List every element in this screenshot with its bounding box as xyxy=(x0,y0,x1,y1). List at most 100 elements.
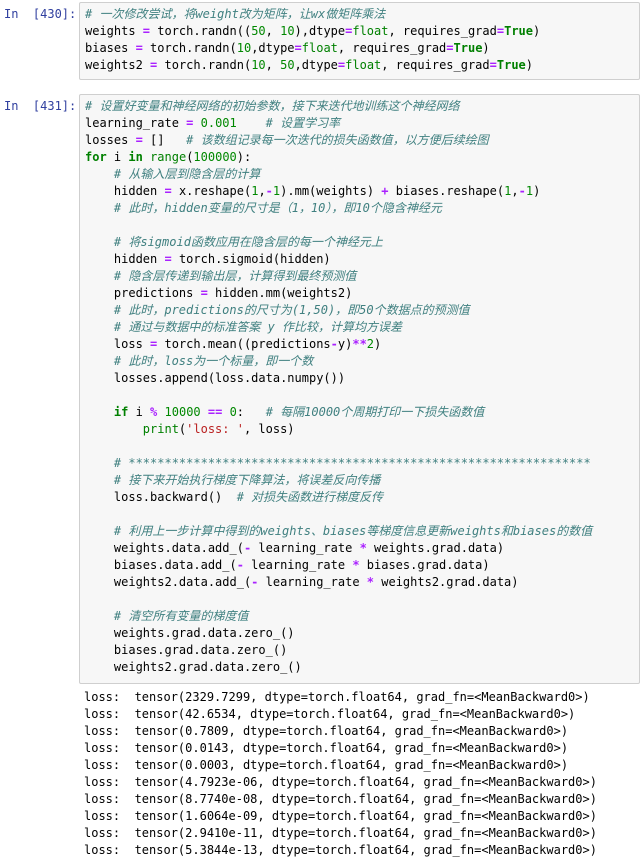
code-token: - xyxy=(265,184,273,198)
output-line: loss: tensor(5.3844e-13, dtype=torch.flo… xyxy=(84,843,597,857)
code-line: biases.grad.data.zero_() xyxy=(85,642,592,659)
code-token: hidden xyxy=(85,252,165,266)
code-token: hidden xyxy=(85,184,165,198)
code-line: for i in range(100000): xyxy=(85,149,592,166)
code-token: 2 xyxy=(366,337,375,351)
code-line: loss = torch.mean((predictions-y)**2) xyxy=(85,336,592,353)
code-token: torch.sigmoid(hidden) xyxy=(171,252,331,266)
code-token: ) xyxy=(525,58,534,72)
code-token: , requires_grad xyxy=(388,24,497,38)
code-token: # 一次修改尝试，将weight改为矩阵，让wx做矩阵乘法 xyxy=(85,7,386,21)
code-token: in xyxy=(128,150,143,164)
code-token: ) xyxy=(533,184,541,198)
code-token: weights2.data.add_( xyxy=(85,575,252,589)
code-token: losses.append(loss.data.numpy()) xyxy=(85,371,346,385)
code-token: = xyxy=(446,41,454,55)
code-token: = xyxy=(164,184,172,198)
code-editor[interactable]: # 一次修改尝试，将weight改为矩阵，让wx做矩阵乘法 weights = t… xyxy=(79,2,640,80)
code-token: = xyxy=(200,286,208,300)
code-token: float xyxy=(345,58,382,72)
code-token: 10 xyxy=(236,41,252,55)
code-line: weights2.grad.data.zero_() xyxy=(85,659,592,676)
code-line: weights.data.add_(- learning_rate * weig… xyxy=(85,540,592,557)
code-line: # 利用上一步计算中得到的weights、biases等梯度信息更新weight… xyxy=(85,523,592,540)
code-line: biases.data.add_(- learning_rate * biase… xyxy=(85,557,592,574)
code-token: # 通过与数据中的标准答案 y 作比较，计算均方误差 xyxy=(113,320,403,334)
code-token: for xyxy=(85,150,107,164)
code-token: learning_rate xyxy=(258,575,367,589)
output-line: loss: tensor(2329.7299, dtype=torch.floa… xyxy=(84,690,590,704)
code-token: ,dtype xyxy=(294,58,338,72)
code-token: y) xyxy=(337,337,353,351)
code-line: # 此时，loss为一个标量，即一个数 xyxy=(85,353,592,370)
code-token: 10 xyxy=(251,58,266,72)
code-cell-431[interactable]: In [431]: # 设置好变量和神经网络的初始参数，接下来迭代地训练这个神经… xyxy=(0,92,641,684)
code-token: hidden.mm(weights2) xyxy=(207,286,353,300)
code-token: biases.grad.data) xyxy=(359,558,490,572)
code-token: i xyxy=(106,150,129,164)
code-line: biases = torch.randn(10,dtype=float, req… xyxy=(85,40,540,57)
code-token: * xyxy=(352,558,360,572)
output-line: loss: tensor(0.7809, dtype=torch.float64… xyxy=(84,724,569,738)
code-token: loss.backward() xyxy=(85,490,237,504)
code-token: ).mm(weights) xyxy=(280,184,382,198)
cell-prompt: In [431]: xyxy=(4,99,77,113)
code-token: [] xyxy=(142,133,187,147)
code-token: float xyxy=(352,24,389,38)
code-token: True xyxy=(504,24,533,38)
code-text: # 一次修改尝试，将weight改为矩阵，让wx做矩阵乘法 weights = t… xyxy=(85,6,540,74)
code-token: biases xyxy=(85,41,136,55)
code-line: # 从输入层到隐含层的计算 xyxy=(85,166,592,183)
code-editor[interactable]: # 设置好变量和神经网络的初始参数，接下来迭代地训练这个神经网络 learning… xyxy=(79,94,640,684)
code-token: weights2.grad.data) xyxy=(374,575,519,589)
code-token: # 该数组记录每一次迭代的损失函数值，以方便后续绘图 xyxy=(186,133,489,147)
code-token: learning_rate xyxy=(85,116,187,130)
code-token: = xyxy=(496,24,505,38)
code-line: # 将sigmoid函数应用在隐含层的每一个神经元上 xyxy=(85,234,592,251)
code-cell-430[interactable]: In [430]: # 一次修改尝试，将weight改为矩阵，让wx做矩阵乘法 w… xyxy=(0,0,641,82)
code-token: learning_rate xyxy=(251,541,360,555)
code-token: # 清空所有变量的梯度值 xyxy=(113,609,249,623)
code-line: # 清空所有变量的梯度值 xyxy=(85,608,592,625)
code-line: # 通过与数据中的标准答案 y 作比较，计算均方误差 xyxy=(85,319,592,336)
code-token: i xyxy=(128,405,151,419)
cell-prompt: In [430]: xyxy=(4,7,77,21)
code-token: ) xyxy=(374,337,382,351)
code-token: - xyxy=(236,558,244,572)
code-line: # 此时，predictions的尺寸为(1,50)，即50个数据点的预测值 xyxy=(85,302,592,319)
code-token: , xyxy=(265,58,281,72)
code-line: if i % 10000 == 0: # 每隔10000个周期打印一下损失函数值 xyxy=(85,404,592,421)
code-token: + xyxy=(381,184,389,198)
code-token: # 设置学习率 xyxy=(265,116,341,130)
code-token: # **************************************… xyxy=(113,456,591,470)
code-token: 50 xyxy=(251,24,266,38)
code-line: learning_rate = 0.001 # 设置学习率 xyxy=(85,115,592,132)
code-token: float xyxy=(301,41,338,55)
code-token: , loss) xyxy=(243,422,295,436)
code-line: losses.append(loss.data.numpy()) xyxy=(85,370,592,387)
code-token: weights2 xyxy=(85,58,151,72)
output-line: loss: tensor(0.0003, dtype=torch.float64… xyxy=(84,758,569,772)
code-token: ): xyxy=(236,150,252,164)
code-line: weights.grad.data.zero_() xyxy=(85,625,592,642)
output-line: loss: tensor(2.9410e-11, dtype=torch.flo… xyxy=(84,826,597,840)
code-line: losses = [] # 该数组记录每一次迭代的损失函数值，以方便后续绘图 xyxy=(85,132,592,149)
code-token: ) xyxy=(533,24,541,38)
code-token: = xyxy=(135,133,143,147)
code-token: * xyxy=(359,541,367,555)
